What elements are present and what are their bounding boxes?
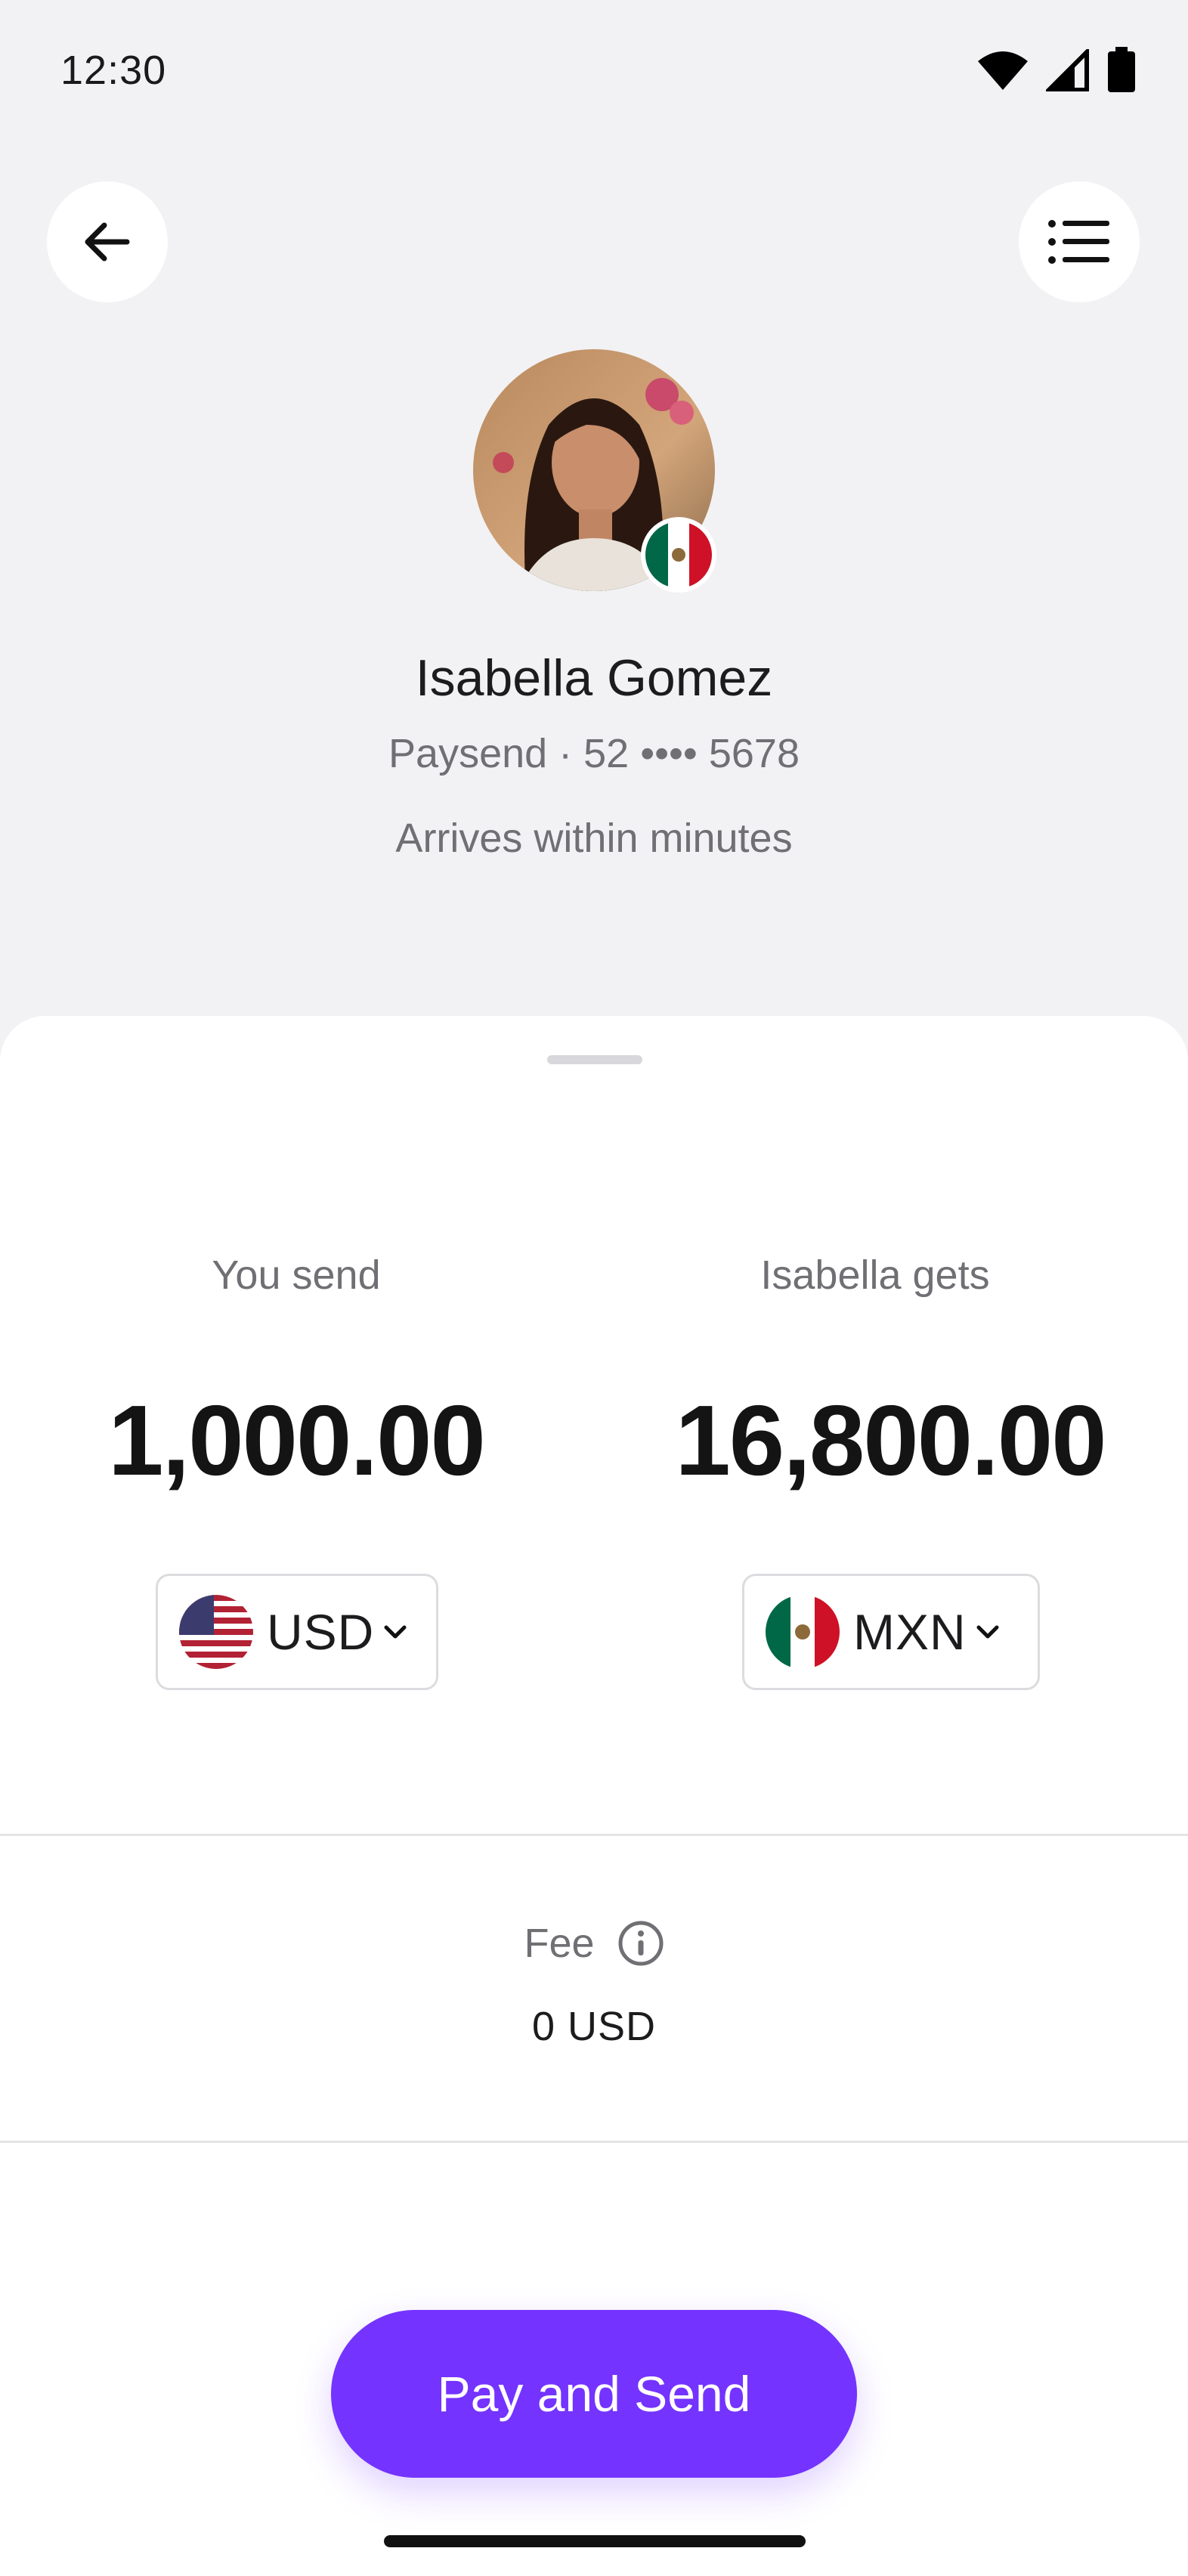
list-icon bbox=[1048, 220, 1109, 264]
contact-name: Isabella Gomez bbox=[415, 649, 773, 707]
battery-icon bbox=[1108, 47, 1135, 92]
status-icons bbox=[976, 47, 1137, 94]
contact-account: Paysend · 52 •••• 5678 bbox=[388, 731, 800, 776]
us-flag-icon bbox=[179, 1595, 253, 1669]
send-currency-selector[interactable]: USD bbox=[156, 1574, 438, 1690]
fee-value: 0 USD bbox=[531, 2004, 657, 2049]
wifi-icon bbox=[978, 51, 1028, 90]
receive-currency-selector[interactable]: MXN bbox=[742, 1574, 1040, 1690]
back-button[interactable] bbox=[47, 181, 168, 302]
receive-label: Isabella gets bbox=[760, 1252, 990, 1298]
fee-row: Fee bbox=[0, 1920, 1188, 1967]
info-icon[interactable] bbox=[617, 1920, 664, 1967]
details-menu-button[interactable] bbox=[1019, 181, 1140, 302]
status-bar: 12:30 bbox=[0, 0, 1188, 144]
send-amount-input[interactable]: 1,000.00 bbox=[9, 1383, 583, 1497]
send-currency-code: USD bbox=[267, 1604, 375, 1660]
delivery-eta: Arrives within minutes bbox=[395, 816, 793, 861]
mexico-flag-icon bbox=[766, 1595, 840, 1669]
pay-and-send-button[interactable]: Pay and Send bbox=[331, 2310, 857, 2478]
mexico-flag-icon bbox=[641, 517, 716, 593]
status-time: 12:30 bbox=[60, 48, 167, 93]
divider bbox=[0, 2141, 1188, 2143]
arrow-left-icon bbox=[85, 222, 130, 262]
cellular-signal-icon bbox=[1046, 49, 1089, 91]
fee-label: Fee bbox=[524, 1921, 595, 1966]
divider bbox=[0, 1834, 1188, 1836]
contact-avatar bbox=[473, 349, 716, 593]
receive-amount-input[interactable]: 16,800.00 bbox=[603, 1383, 1177, 1497]
chevron-down-icon bbox=[384, 1625, 407, 1639]
send-label: You send bbox=[212, 1252, 381, 1298]
home-indicator bbox=[384, 2535, 806, 2547]
chevron-down-icon bbox=[976, 1625, 999, 1639]
receive-currency-code: MXN bbox=[853, 1604, 967, 1660]
sheet-drag-handle[interactable] bbox=[547, 1055, 642, 1064]
